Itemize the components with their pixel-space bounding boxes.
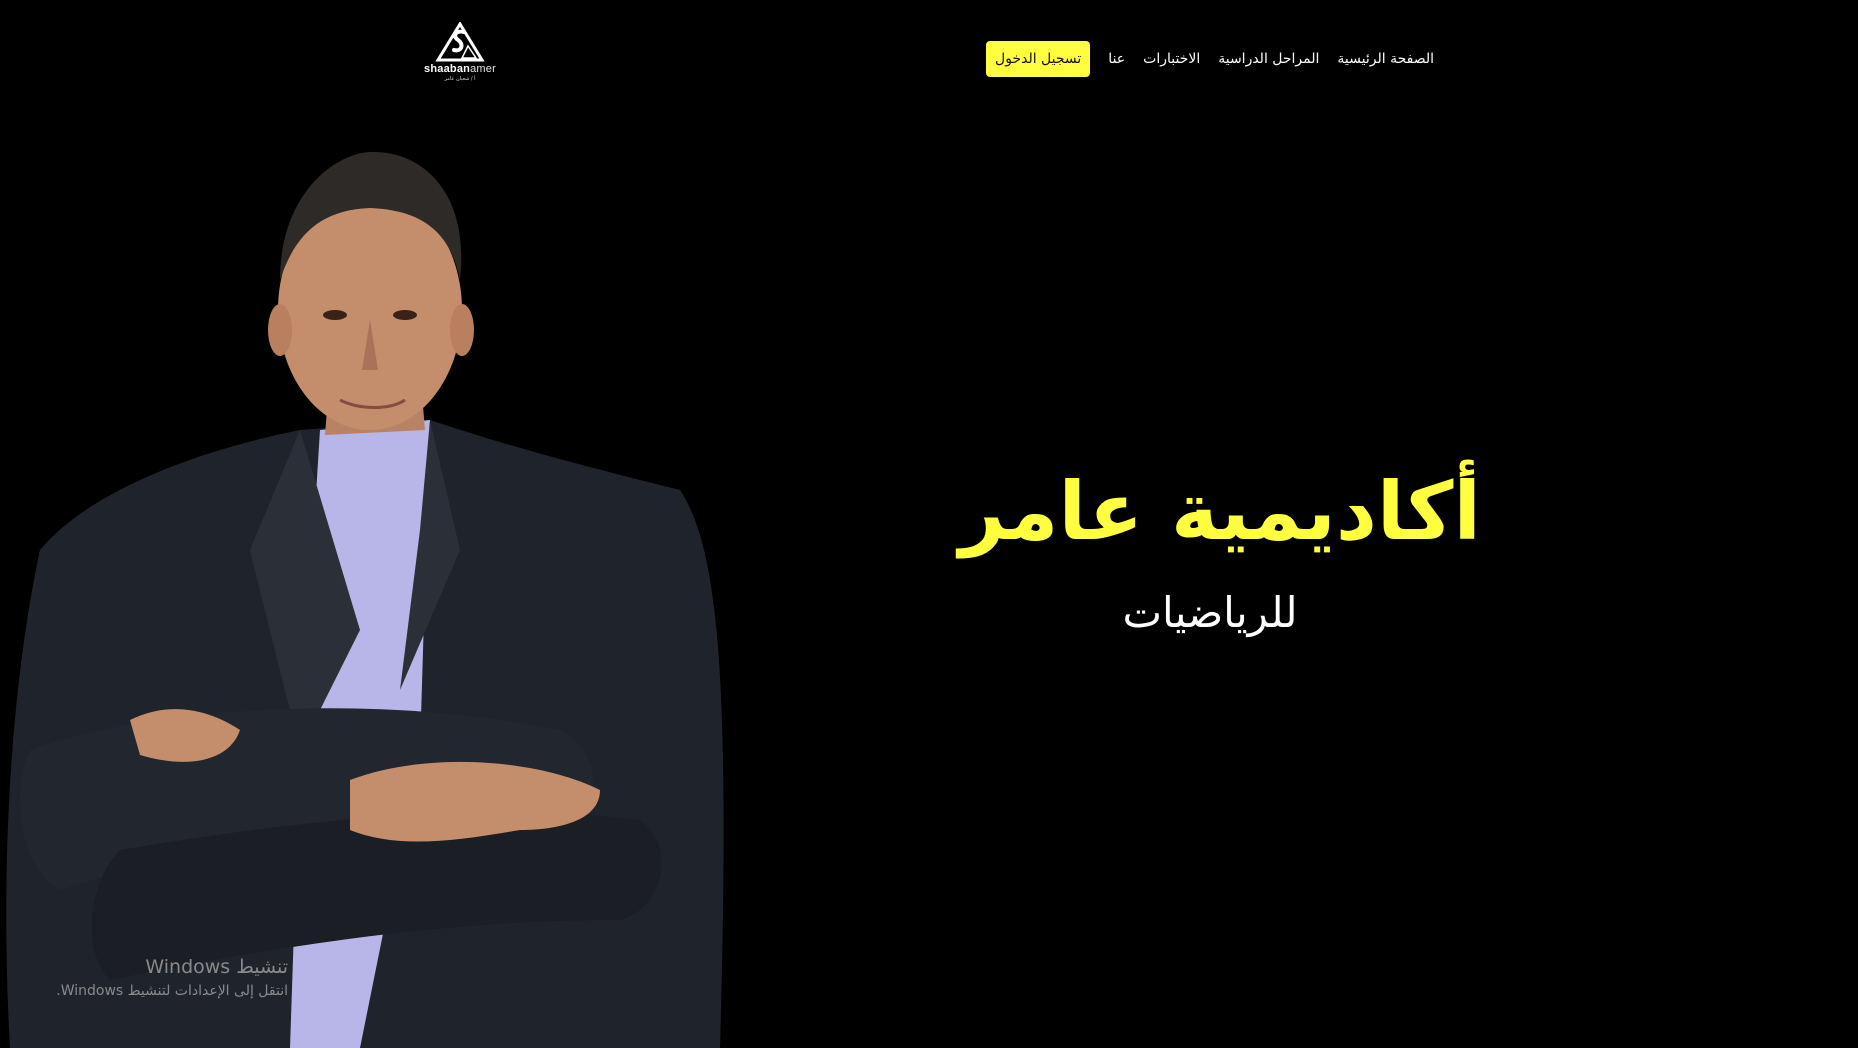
nav-link-home[interactable]: الصفحة الرئيسية [1337, 51, 1434, 67]
windows-activation-watermark: تنشيط Windows انتقل إلى الإعدادات لتنشيط… [44, 956, 288, 1000]
login-button[interactable]: تسجيل الدخول [986, 41, 1091, 77]
nav-link-about[interactable]: عنا [1108, 51, 1125, 67]
landing-page: shaabanamer أ / شعبان عامر الصفحة الرئيس… [0, 0, 1858, 1048]
hero-title: أكاديمية عامر [959, 465, 1481, 558]
watermark-subtitle: انتقل إلى الإعدادات لتنشيط Windows. [56, 982, 288, 999]
main-nav: الصفحة الرئيسية المراحل الدراسية الاختبا… [986, 41, 1434, 77]
watermark-title: تنشيط Windows [145, 956, 288, 978]
brand-logo[interactable]: shaabanamer أ / شعبان عامر [420, 22, 500, 88]
hero-subtitle: للرياضيات [1122, 588, 1298, 637]
nav-link-stages[interactable]: المراحل الدراسية [1218, 51, 1319, 67]
logo-wordmark: shaabanamer [424, 63, 496, 75]
logo-tagline: أ / شعبان عامر [444, 76, 476, 82]
logo-mark-icon [435, 22, 485, 62]
teacher-portrait [6, 151, 724, 1048]
nav-link-exams[interactable]: الاختبارات [1143, 51, 1200, 67]
